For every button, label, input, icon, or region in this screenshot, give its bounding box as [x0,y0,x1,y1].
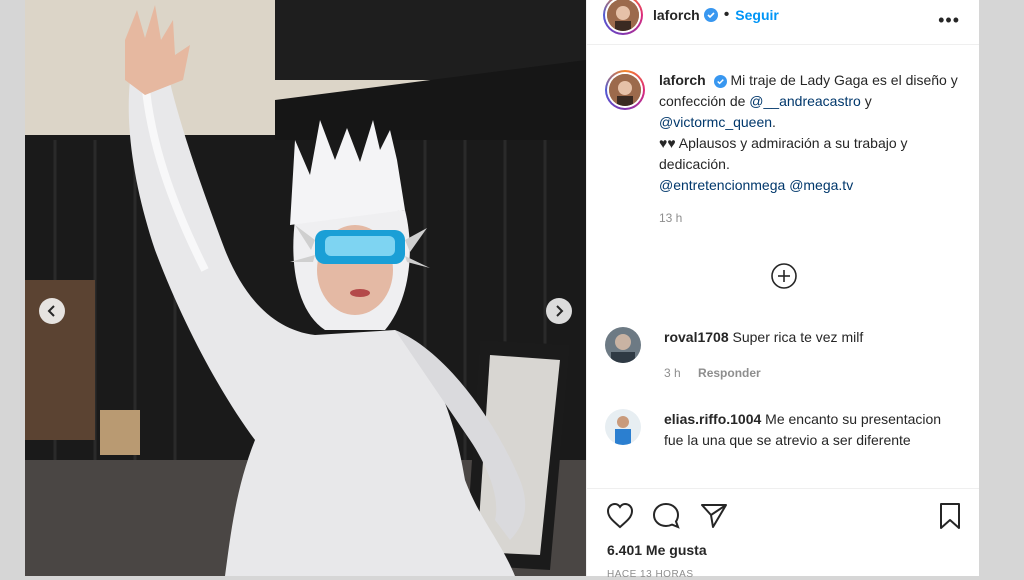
comment-timestamp[interactable]: 3 h [664,366,681,380]
avatar-portrait [605,327,641,363]
more-options-icon[interactable]: ••• [938,10,960,31]
author-username[interactable]: laforch [653,7,700,23]
paper-plane-icon[interactable] [699,501,729,531]
mention-mega-tv[interactable]: @mega.tv [789,177,853,193]
heart-icon[interactable] [605,501,635,531]
caption-text: laforch Mi traje de Lady Gaga es el dise… [659,70,959,229]
verified-badge-icon [703,8,718,22]
bookmark-icon[interactable] [935,501,965,531]
post-age: HACE 13 HORAS [607,569,694,580]
comment-meta: 3 h Responder [664,363,954,384]
reply-button[interactable]: Responder [698,366,761,380]
post-caption: laforch Mi traje de Lady Gaga es el dise… [605,70,965,229]
caption-author-avatar[interactable] [605,70,645,110]
next-photo-button[interactable] [546,298,572,324]
mention-entretencionmega[interactable]: @entretencionmega [659,177,785,193]
comment-item: roval1708 Super rica te vez milf 3 h Res… [605,327,965,384]
post-header: laforch • Seguir ••• [587,0,980,45]
author-avatar[interactable] [603,0,643,35]
avatar-portrait [609,74,641,106]
mention-victormc-queen[interactable]: @victormc_queen [659,114,772,130]
separator-dot: • [723,6,730,23]
comment-body: elias.riffo.1004 Me encanto su presentac… [664,409,954,451]
commenter-avatar[interactable] [605,327,641,363]
verified-badge-icon [713,74,727,88]
post-photo[interactable] [25,0,586,576]
commenter-username[interactable]: elias.riffo.1004 [664,411,761,427]
chevron-right-icon [556,305,564,317]
caption-conjunction: y [864,93,872,109]
comment-icon[interactable] [651,501,681,531]
caption-line-3: ♥♥ Aplausos y admiración a su trabajo y … [659,135,908,172]
commenter-username[interactable]: roval1708 [664,329,729,345]
right-backdrop [979,0,1024,576]
avatar-portrait [607,0,639,31]
caption-username[interactable]: laforch [659,72,706,88]
comment-text: Super rica te vez milf [732,329,864,345]
comment-item: elias.riffo.1004 Me encanto su presentac… [605,409,965,451]
likes-count[interactable]: 6.401 Me gusta [607,542,707,558]
avatar-portrait [605,409,641,445]
caption-period: . [772,114,776,130]
plus-circle-icon[interactable] [770,262,798,290]
comment-body: roval1708 Super rica te vez milf 3 h Res… [664,327,954,384]
post-details-panel: laforch • Seguir ••• laforch Mi traje de… [586,0,980,580]
post-actions-bar: 6.401 Me gusta HACE 13 HORAS [587,488,980,580]
commenter-avatar[interactable] [605,409,641,445]
previous-photo-button[interactable] [39,298,65,324]
caption-timestamp[interactable]: 13 h [659,208,959,229]
costume-photo-illustration [25,0,586,576]
left-backdrop [0,0,25,576]
mention-andreacastro[interactable]: @__andreacastro [749,93,861,109]
chevron-left-icon [47,305,55,317]
follow-button[interactable]: Seguir [735,7,779,23]
